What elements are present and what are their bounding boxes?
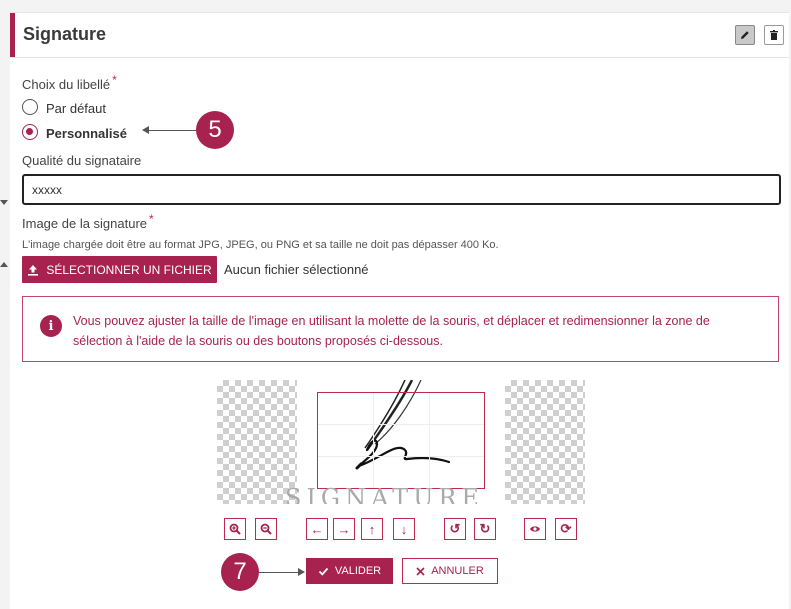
signer-quality-input[interactable] bbox=[22, 174, 781, 205]
cancel-button[interactable]: ANNULER bbox=[402, 558, 498, 584]
cancel-label: ANNULER bbox=[431, 565, 484, 577]
rotate-left-icon: ↺ bbox=[449, 521, 461, 536]
arrow-left-icon: ← bbox=[310, 521, 324, 537]
required-marker: * bbox=[112, 73, 117, 87]
crop-selection-box[interactable] bbox=[317, 392, 485, 489]
callout-5-arrow bbox=[148, 130, 196, 131]
callout-7-arrowhead bbox=[298, 568, 305, 576]
validate-button[interactable]: VALIDER bbox=[306, 558, 393, 584]
callout-5-arrowhead bbox=[142, 126, 149, 134]
label-signature-image: Image de la signature * bbox=[22, 212, 154, 231]
panel-header: Signature bbox=[10, 13, 789, 58]
rotate-right-icon: ↻ bbox=[479, 521, 491, 536]
info-alert-text: Vous pouvez ajuster la taille de l'image… bbox=[73, 314, 710, 348]
arrow-up-icon: ↑ bbox=[368, 521, 376, 537]
signature-panel: Signature Choix du libellé * Par défaut P… bbox=[10, 12, 789, 609]
select-file-button[interactable]: SÉLECTIONNER UN FICHIER bbox=[22, 256, 217, 283]
image-format-hint: L'image chargée doit être au format JPG,… bbox=[22, 239, 499, 251]
zoom-out-button[interactable] bbox=[255, 518, 277, 540]
move-up-button[interactable]: ↑ bbox=[361, 518, 383, 540]
validate-label: VALIDER bbox=[334, 565, 382, 577]
arrow-down-icon: ↓ bbox=[400, 521, 408, 537]
eye-icon bbox=[530, 526, 540, 532]
zoom-in-icon bbox=[229, 523, 241, 535]
move-down-button[interactable]: ↓ bbox=[393, 518, 415, 540]
info-alert: i Vous pouvez ajuster la taille de l'ima… bbox=[22, 296, 779, 362]
check-icon bbox=[318, 567, 329, 576]
info-icon: i bbox=[40, 315, 62, 337]
transparent-background-right bbox=[505, 380, 585, 504]
signature-watermark: SIGNATURE bbox=[285, 484, 484, 504]
label-signer-quality: Qualité du signataire bbox=[22, 153, 142, 168]
trash-icon bbox=[770, 30, 778, 40]
label-choice: Choix du libellé * bbox=[22, 73, 117, 92]
select-file-label: SÉLECTIONNER UN FICHIER bbox=[46, 262, 212, 277]
radio-label-personnalise[interactable]: Personnalisé bbox=[46, 126, 127, 141]
zoom-in-button[interactable] bbox=[224, 518, 246, 540]
callout-badge-5: 5 bbox=[196, 111, 234, 149]
reset-button[interactable]: ⟳ bbox=[555, 518, 577, 540]
move-right-button[interactable]: → bbox=[333, 518, 355, 540]
image-cropper[interactable]: SIGNATURE bbox=[217, 380, 585, 504]
scroll-down-icon bbox=[0, 200, 8, 205]
move-left-button[interactable]: ← bbox=[306, 518, 328, 540]
radio-par-defaut[interactable] bbox=[22, 99, 38, 115]
rotate-left-button[interactable]: ↺ bbox=[444, 518, 466, 540]
arrow-right-icon: → bbox=[337, 521, 351, 537]
pencil-icon bbox=[741, 31, 749, 39]
upload-icon bbox=[28, 264, 39, 276]
close-icon bbox=[416, 566, 425, 576]
radio-label-par-defaut[interactable]: Par défaut bbox=[46, 101, 106, 116]
header-accent-bar bbox=[10, 13, 15, 57]
delete-button[interactable] bbox=[764, 25, 784, 45]
callout-badge-7: 7 bbox=[221, 553, 259, 591]
edit-button[interactable] bbox=[735, 25, 755, 45]
zoom-out-icon bbox=[260, 523, 272, 535]
scroll-up-icon bbox=[0, 262, 8, 267]
panel-title: Signature bbox=[23, 24, 107, 44]
preview-button[interactable] bbox=[524, 518, 546, 540]
refresh-icon: ⟳ bbox=[560, 521, 572, 536]
radio-personnalise[interactable] bbox=[22, 124, 38, 140]
callout-7-arrow bbox=[259, 572, 299, 573]
no-file-status: Aucun fichier sélectionné bbox=[224, 262, 369, 277]
rotate-right-button[interactable]: ↻ bbox=[474, 518, 496, 540]
required-marker: * bbox=[149, 212, 154, 226]
